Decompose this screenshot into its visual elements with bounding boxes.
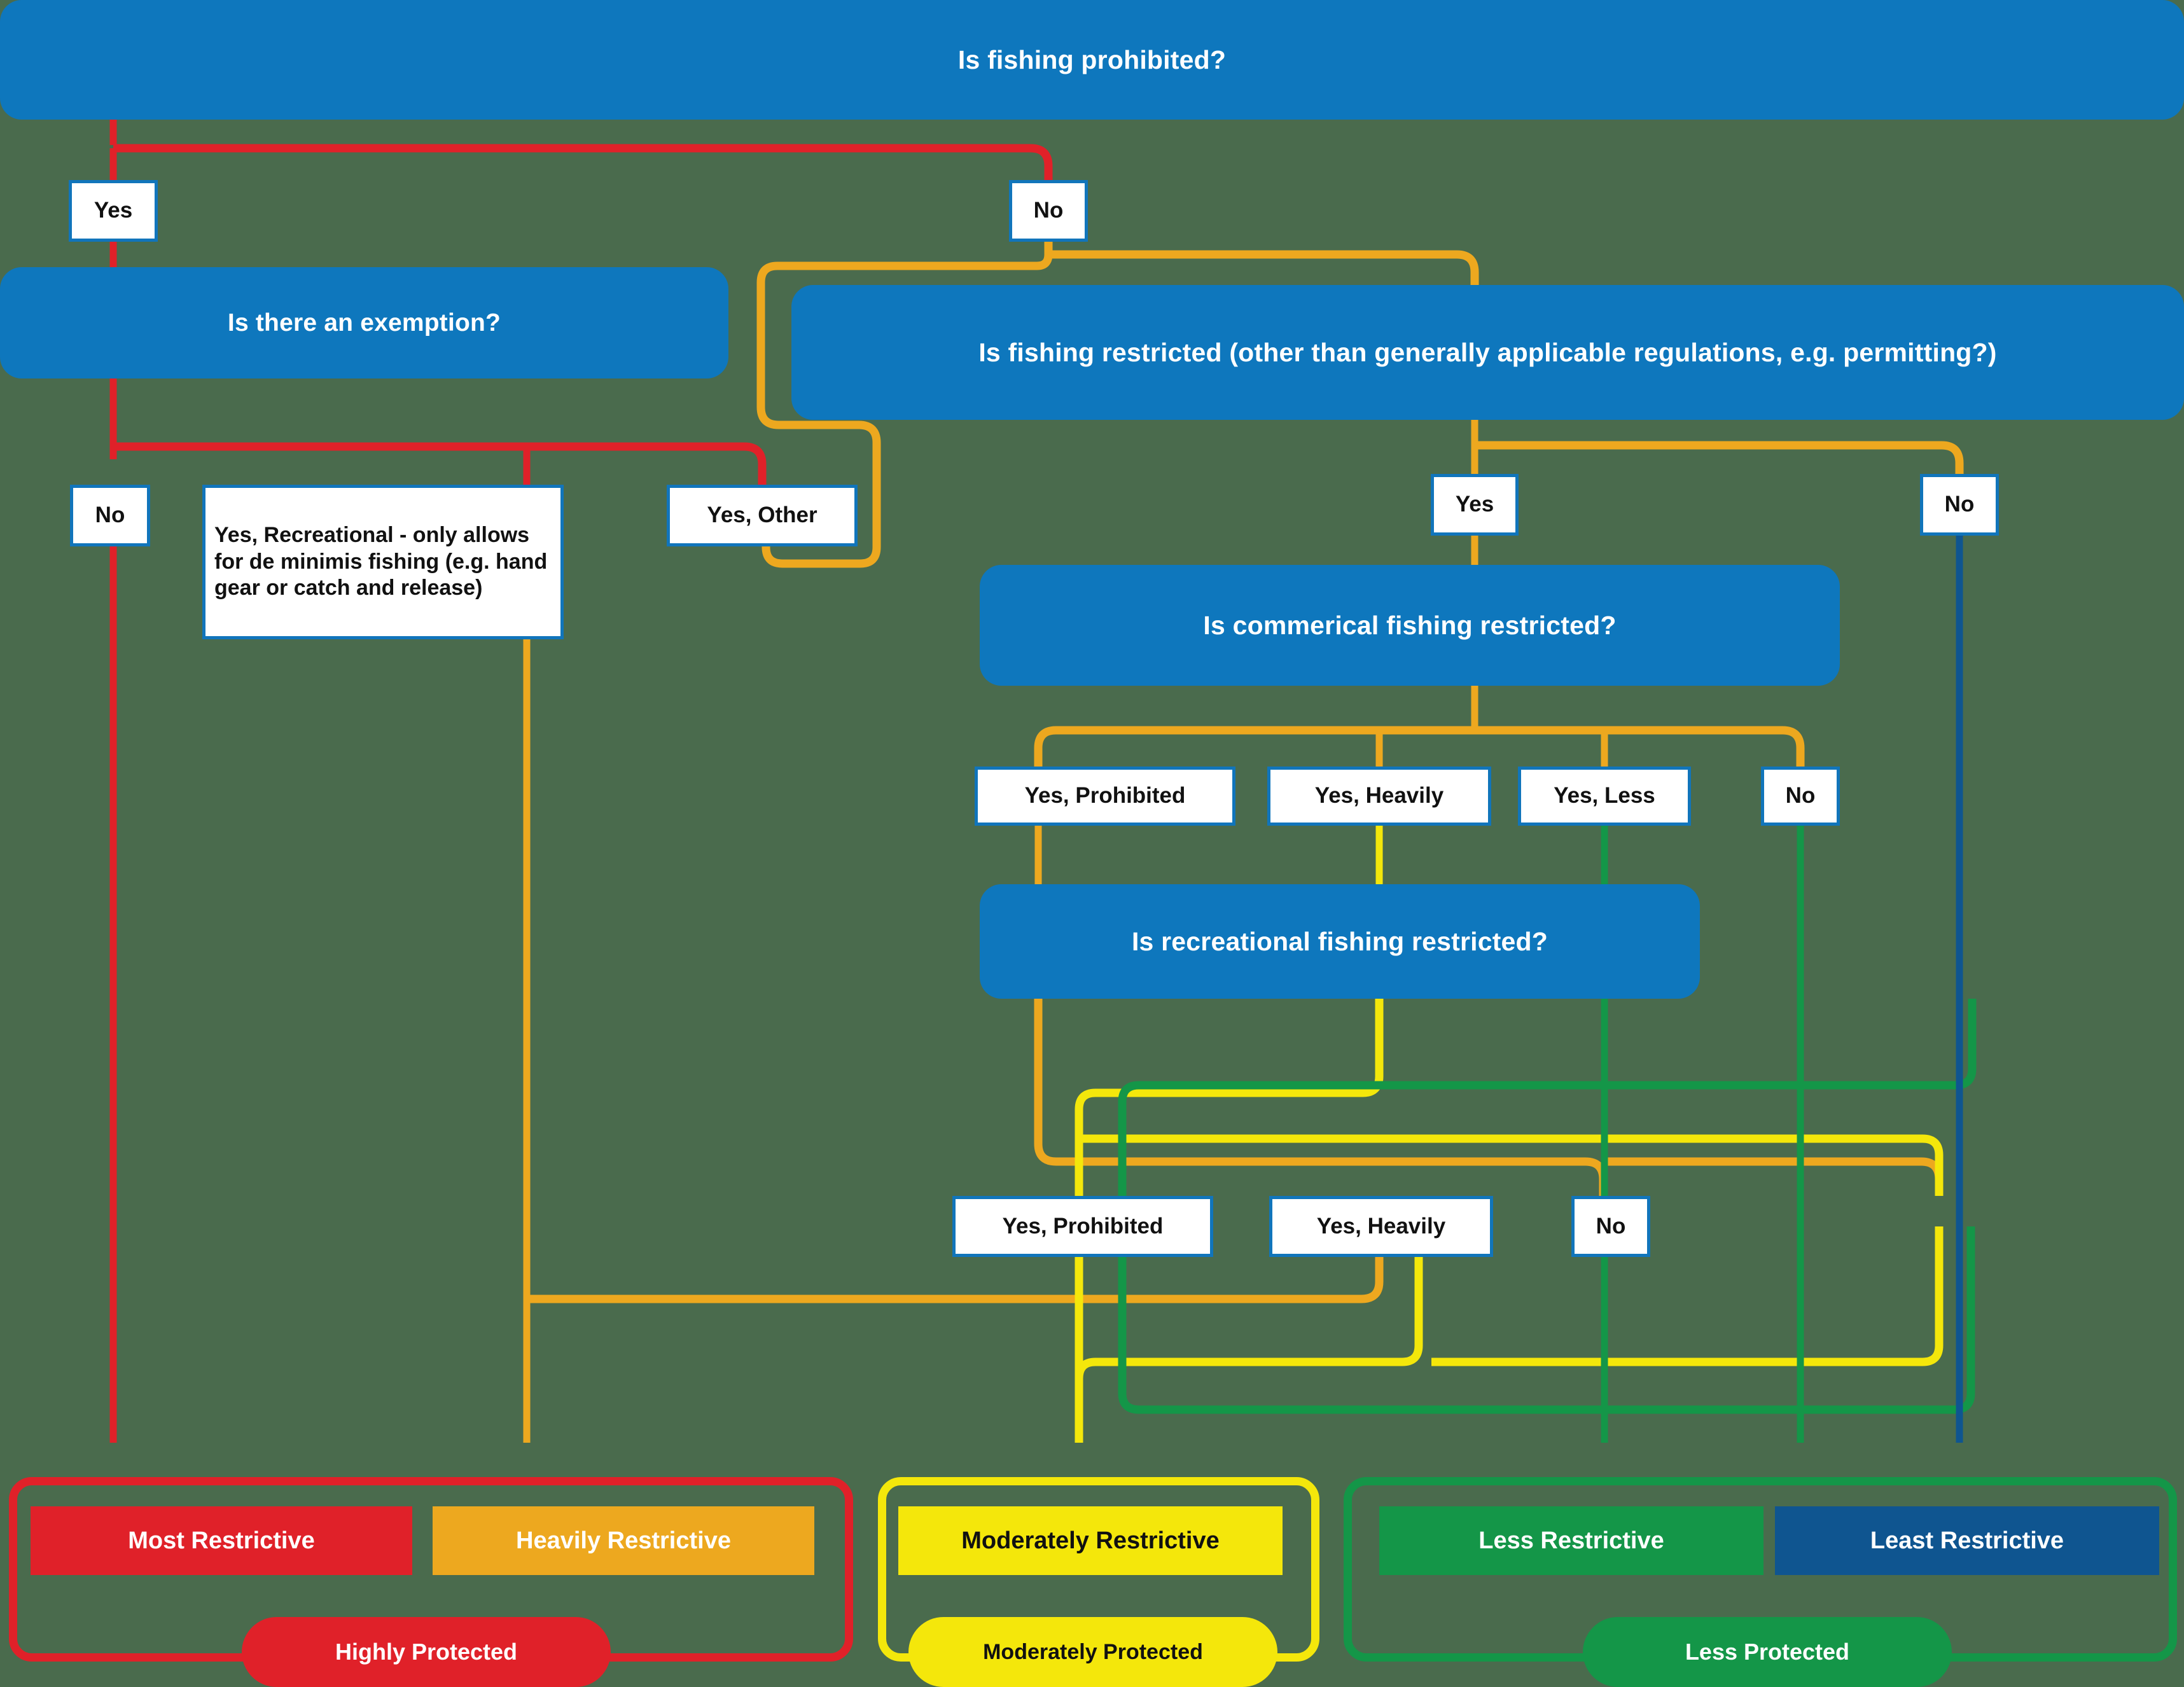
question-label: Is commerical fishing restricted? [1203,610,1617,640]
answer-label: No [1033,198,1064,223]
answer-q4-no[interactable]: No [1761,767,1840,826]
answer-label: Yes, Less [1554,783,1655,809]
answer-label: Yes [1455,492,1494,517]
question-is-fishing-prohibited[interactable]: Is fishing prohibited? [0,0,2184,120]
outcome-moderately-restrictive[interactable]: Moderately Restrictive [898,1506,1283,1575]
question-label: Is fishing prohibited? [957,45,1227,74]
answer-q3-no[interactable]: No [1920,474,1999,536]
question-label: Is fishing restricted (other than genera… [978,337,1997,367]
answer-q2-yes-recreational[interactable]: Yes, Recreational - only allows for de m… [202,485,564,639]
answer-label: No [1785,783,1816,809]
outcome-least-restrictive[interactable]: Least Restrictive [1775,1506,2159,1575]
answer-q5-yes-heavily[interactable]: Yes, Heavily [1269,1196,1493,1257]
answer-q2-no[interactable]: No [70,485,150,546]
outcome-label: Heavily Restrictive [516,1527,731,1554]
group-pill-moderately-protected[interactable]: Moderately Protected [908,1617,1277,1687]
question-is-commercial-fishing-restricted[interactable]: Is commerical fishing restricted? [980,565,1840,686]
answer-label: Yes, Heavily [1316,1213,1446,1239]
connector-lines [109,120,1977,1443]
group-label: Less Protected [1685,1639,1850,1665]
answer-q4-yes-prohibited[interactable]: Yes, Prohibited [975,767,1235,826]
outcome-label: Less Restrictive [1478,1527,1664,1554]
answer-label: Yes, Prohibited [1002,1213,1164,1239]
group-label: Moderately Protected [983,1639,1203,1664]
group-pill-less-protected[interactable]: Less Protected [1583,1617,1952,1687]
answer-label: Yes [94,198,133,223]
question-label: Is there an exemption? [227,309,501,337]
answer-q4-yes-heavily[interactable]: Yes, Heavily [1267,767,1491,826]
answer-label: Yes, Other [707,503,817,528]
question-is-fishing-restricted[interactable]: Is fishing restricted (other than genera… [791,285,2184,420]
outcome-most-restrictive[interactable]: Most Restrictive [31,1506,412,1575]
answer-q2-yes-other[interactable]: Yes, Other [667,485,858,546]
outcome-heavily-restrictive[interactable]: Heavily Restrictive [433,1506,814,1575]
outcome-less-restrictive[interactable]: Less Restrictive [1379,1506,1763,1575]
outcome-label: Moderately Restrictive [961,1527,1220,1554]
answer-label: No [1596,1213,1626,1239]
answer-q5-no[interactable]: No [1571,1196,1650,1257]
answer-label: No [1944,492,1975,517]
answer-q1-yes[interactable]: Yes [69,180,158,242]
answer-q1-no[interactable]: No [1009,180,1088,242]
answer-label: Yes, Prohibited [1024,783,1186,809]
question-label: Is recreational fishing restricted? [1131,926,1548,956]
group-pill-highly-protected[interactable]: Highly Protected [242,1617,611,1687]
answer-label: No [95,503,125,528]
question-is-there-an-exemption[interactable]: Is there an exemption? [0,267,728,378]
outcome-label: Most Restrictive [128,1527,315,1554]
flowchart-canvas: Is fishing prohibited? Yes No Is there a… [0,0,2184,1687]
answer-label: Yes, Recreational - only allows for de m… [214,523,548,601]
answer-q3-yes[interactable]: Yes [1431,474,1519,536]
answer-q4-yes-less[interactable]: Yes, Less [1518,767,1691,826]
question-is-recreational-fishing-restricted[interactable]: Is recreational fishing restricted? [980,884,1700,999]
outcome-label: Least Restrictive [1870,1527,2064,1554]
answer-label: Yes, Heavily [1314,783,1444,809]
answer-q5-yes-prohibited[interactable]: Yes, Prohibited [952,1196,1213,1257]
group-label: Highly Protected [335,1639,518,1665]
